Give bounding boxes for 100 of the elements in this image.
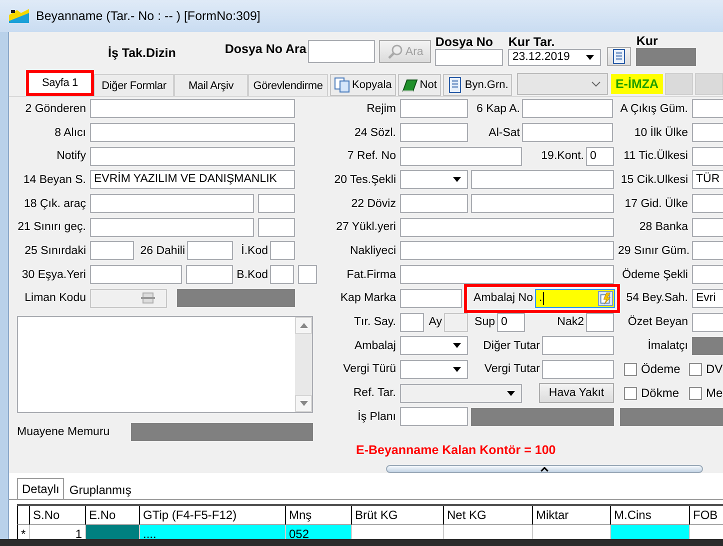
input-field[interactable] [90, 241, 134, 260]
dropdown[interactable] [400, 170, 468, 190]
column-header[interactable]: S.No [30, 506, 86, 525]
edit-icon[interactable] [598, 290, 613, 306]
input-field[interactable] [400, 288, 462, 308]
dropdown[interactable] [400, 336, 468, 356]
input-field[interactable] [400, 312, 424, 332]
input-field[interactable] [400, 241, 614, 260]
input-field[interactable] [400, 265, 614, 284]
checkbox-label: Dökme [641, 386, 680, 400]
column-header[interactable]: Mnş [286, 506, 352, 525]
toolbar-button[interactable]: Byn.Grn. [442, 74, 512, 96]
input-field[interactable] [542, 360, 614, 379]
tab[interactable]: Görevlendirme [248, 74, 328, 96]
input-field[interactable] [542, 336, 614, 356]
dropdown[interactable] [517, 73, 608, 95]
column-header[interactable]: Miktar [533, 506, 611, 525]
input-field[interactable] [90, 218, 254, 237]
document-button[interactable] [607, 47, 632, 66]
input-field[interactable]: EVRİM YAZILIM VE DANIŞMANLIK [90, 170, 295, 190]
field-label: 28 Banka [638, 221, 689, 234]
scrollbar[interactable] [295, 317, 312, 412]
input-field[interactable] [258, 194, 295, 214]
input-field[interactable]: 0 [586, 146, 614, 166]
hava-yakit-button[interactable]: Hava Yakıt [539, 383, 614, 404]
copy-icon [334, 77, 350, 93]
toolbar-button[interactable]: Kopyala [330, 74, 396, 96]
field-label: İmalatçı [646, 340, 689, 352]
field-label: Özet Beyan [626, 316, 689, 328]
toolbar-button[interactable] [665, 73, 693, 95]
field-label: B.Kod [236, 268, 269, 281]
input-field[interactable]: 0 [497, 312, 525, 332]
input-field[interactable] [471, 170, 614, 190]
field-label: Al-Sat [488, 126, 521, 139]
checkbox[interactable] [624, 362, 637, 376]
input-field[interactable] [187, 241, 233, 260]
input-field[interactable] [90, 146, 295, 166]
input-field[interactable]: . [535, 288, 615, 308]
dropdown[interactable] [400, 360, 468, 379]
input-field[interactable] [400, 123, 468, 142]
splitter-handle[interactable] [386, 465, 703, 473]
tab[interactable]: Mail Arşiv [174, 74, 248, 96]
checkbox[interactable] [689, 362, 702, 376]
field-label: Nak2 [556, 316, 585, 328]
row-indicator: * [17, 525, 30, 539]
column-header[interactable]: E.No [86, 506, 140, 525]
input-field[interactable] [400, 407, 468, 426]
text-area[interactable] [17, 316, 313, 414]
book-icon [402, 77, 418, 93]
input-field[interactable] [400, 218, 614, 237]
field-label: Vergi Türü [342, 363, 397, 376]
date-picker[interactable]: 23.12.2019 [508, 49, 602, 66]
input-field[interactable] [586, 312, 614, 332]
field-label: 26 Dahili [139, 244, 186, 257]
field-label: Ay [428, 316, 443, 328]
field-label: Ref. Tar. [352, 387, 397, 400]
tab[interactable]: Sayfa 1 [26, 70, 94, 96]
input-field[interactable] [258, 218, 295, 237]
column-header[interactable]: GTip (F4-F5-F12) [140, 506, 286, 525]
column-header[interactable]: Net KG [444, 506, 533, 525]
column-header[interactable]: M.Cins [611, 506, 690, 525]
checkbox[interactable] [689, 386, 702, 400]
tab[interactable]: Detaylı [17, 478, 64, 499]
dosya-no-field[interactable] [435, 49, 504, 66]
field-label: 15 Cik.Ulkesi [620, 174, 689, 186]
field-label: Rejim [366, 102, 397, 115]
input-field[interactable] [270, 265, 294, 284]
checkbox[interactable] [624, 386, 637, 400]
dosya-no-label: Dosya No [435, 35, 494, 49]
input-field[interactable] [90, 265, 182, 284]
dizin-label: İş Tak.Dizin [108, 46, 176, 60]
input-field[interactable] [298, 265, 317, 284]
input-field[interactable] [186, 265, 233, 284]
toolbar-button[interactable] [695, 73, 723, 95]
input-field[interactable] [270, 241, 295, 260]
kur-label: Kur [636, 34, 659, 48]
input-field[interactable]: TÜR [692, 170, 723, 190]
field-label: 22 Döviz [350, 198, 397, 210]
field-label: 6 Kap A. [476, 102, 521, 115]
input-field[interactable] [522, 123, 613, 142]
input-field[interactable]: Evri [692, 288, 723, 308]
input-field[interactable] [400, 194, 468, 214]
toolbar-button[interactable]: Not [398, 74, 441, 96]
input-field[interactable] [90, 194, 254, 214]
input-field[interactable] [400, 99, 468, 118]
lookup-field[interactable] [90, 288, 167, 308]
checkbox-label: Me [706, 386, 723, 400]
input-field[interactable] [522, 99, 613, 118]
tab[interactable]: Diğer Formlar [94, 74, 174, 96]
readonly-field [444, 312, 468, 332]
field-label: 19.Kont. [540, 150, 585, 162]
field-label: 24 Sözl. [353, 126, 397, 139]
search-field[interactable] [308, 40, 376, 63]
field-label: 8 Alıcı [54, 126, 87, 139]
input-field[interactable] [90, 99, 295, 118]
input-field[interactable] [471, 194, 614, 214]
input-field[interactable] [400, 146, 522, 166]
input-field[interactable] [90, 123, 295, 142]
column-header[interactable]: Brüt KG [352, 506, 444, 525]
field-label: 7 Ref. No [346, 150, 397, 162]
